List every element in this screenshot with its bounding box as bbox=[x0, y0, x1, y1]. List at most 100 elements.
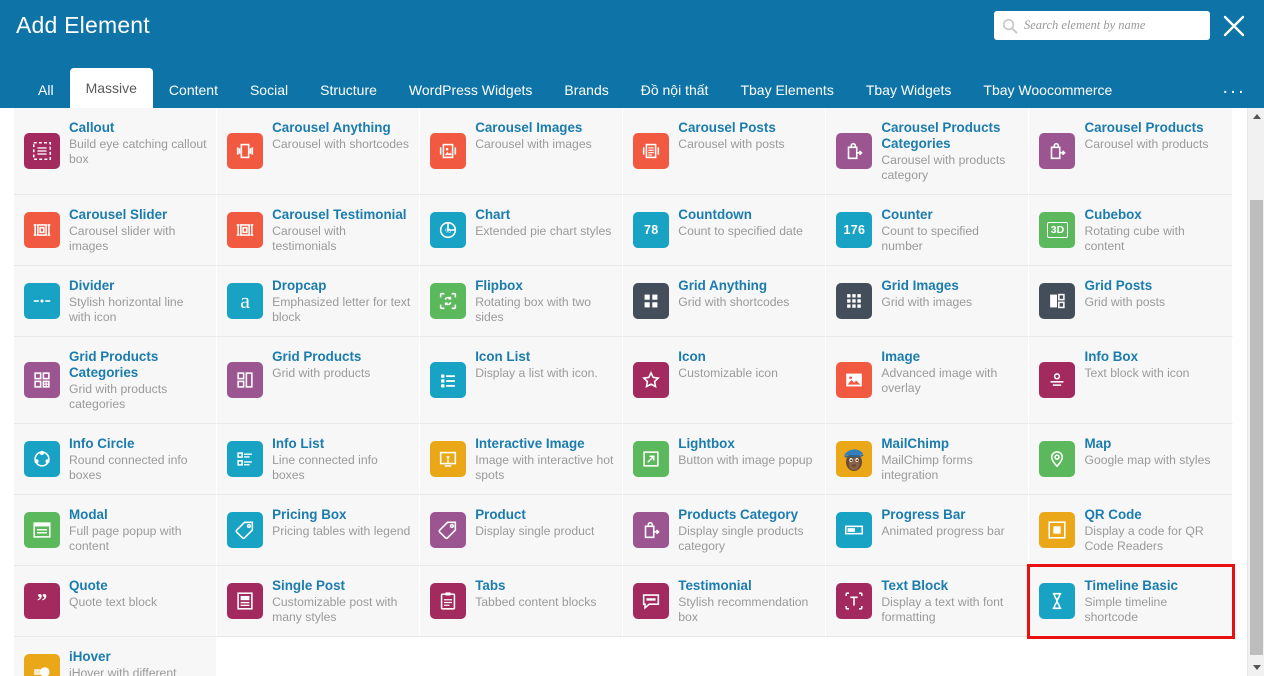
element-card-grid-images[interactable]: Grid ImagesGrid with images bbox=[826, 266, 1029, 337]
element-card-counter[interactable]: 176CounterCount to specified number bbox=[826, 195, 1029, 266]
element-description: Stylish recommendation box bbox=[678, 595, 817, 625]
element-description: Animated progress bar bbox=[881, 524, 1004, 539]
element-description: Build eye catching callout box bbox=[69, 137, 208, 167]
element-card-carousel-posts[interactable]: Carousel PostsCarousel with posts bbox=[623, 108, 826, 195]
element-card-timeline-basic[interactable]: Timeline BasicSimple timeline shortcode bbox=[1029, 566, 1232, 637]
element-card-text: Grid AnythingGrid with shortcodes bbox=[678, 277, 789, 310]
element-card-map[interactable]: MapGoogle map with styles bbox=[1029, 424, 1232, 495]
element-card-flipbox[interactable]: FlipboxRotating box with two sides bbox=[420, 266, 623, 337]
element-card-modal[interactable]: ModalFull page popup with content bbox=[14, 495, 217, 566]
element-description: Image with interactive hot spots bbox=[475, 453, 614, 483]
tab-brands[interactable]: Brands bbox=[548, 73, 624, 108]
element-card-grid-anything[interactable]: Grid AnythingGrid with shortcodes bbox=[623, 266, 826, 337]
element-card-progress-bar[interactable]: Progress BarAnimated progress bar bbox=[826, 495, 1029, 566]
element-card-icon[interactable]: IconCustomizable icon bbox=[623, 337, 826, 424]
scroll-down-button[interactable] bbox=[1248, 659, 1264, 676]
tab-tbay-elements[interactable]: Tbay Elements bbox=[724, 73, 849, 108]
tab-tbay-woocommerce[interactable]: Tbay Woocommerce bbox=[967, 73, 1128, 108]
element-card-text: Grid ImagesGrid with images bbox=[881, 277, 972, 310]
element-title: Cubebox bbox=[1084, 207, 1223, 223]
tab-social[interactable]: Social bbox=[234, 73, 304, 108]
search-box[interactable] bbox=[994, 11, 1210, 40]
element-card-info-box[interactable]: Info BoxText block with icon bbox=[1029, 337, 1232, 424]
element-description: Round connected info boxes bbox=[69, 453, 208, 483]
element-card-products-category[interactable]: Products CategoryDisplay single products… bbox=[623, 495, 826, 566]
add-element-modal: Add Element AllMassiveContentSocialStruc… bbox=[0, 0, 1264, 676]
element-card-text: Text BlockDisplay a text with font forma… bbox=[881, 577, 1020, 625]
element-card-divider[interactable]: DividerStylish horizontal line with icon bbox=[14, 266, 217, 337]
element-card-quote[interactable]: ”QuoteQuote text block bbox=[14, 566, 217, 637]
element-card-carousel-slider[interactable]: Carousel SliderCarousel slider with imag… bbox=[14, 195, 217, 266]
tab-structure[interactable]: Structure bbox=[304, 73, 393, 108]
tab-đồ-nội-thất[interactable]: Đồ nội thất bbox=[625, 73, 725, 108]
element-card-icon-list[interactable]: Icon ListDisplay a list with icon. bbox=[420, 337, 623, 424]
search-input[interactable] bbox=[1024, 18, 1202, 33]
scroll-up-button[interactable] bbox=[1248, 108, 1264, 125]
tabs-overflow-button[interactable]: ... bbox=[1223, 73, 1264, 108]
element-title: Dropcap bbox=[272, 278, 411, 294]
element-card-tabs[interactable]: TabsTabbed content blocks bbox=[420, 566, 623, 637]
vertical-scrollbar[interactable] bbox=[1247, 108, 1264, 676]
element-card-text: QR CodeDisplay a code for QR Code Reader… bbox=[1084, 506, 1223, 554]
element-card-lightbox[interactable]: LightboxButton with image popup bbox=[623, 424, 826, 495]
element-card-carousel-images[interactable]: Carousel ImagesCarousel with images bbox=[420, 108, 623, 195]
element-card-text: Carousel TestimonialCarousel with testim… bbox=[272, 206, 411, 254]
element-card-info-list[interactable]: Info ListLine connected info boxes bbox=[217, 424, 420, 495]
element-card-pricing-box[interactable]: Pricing BoxPricing tables with legend bbox=[217, 495, 420, 566]
cubebox-badge: 3D bbox=[1047, 222, 1068, 239]
element-card-text: Pricing BoxPricing tables with legend bbox=[272, 506, 410, 539]
element-card-callout[interactable]: CalloutBuild eye catching callout box bbox=[14, 108, 217, 195]
element-card-testimonial[interactable]: TestimonialStylish recommendation box bbox=[623, 566, 826, 637]
carousel-slider-icon bbox=[24, 212, 60, 248]
element-title: Divider bbox=[69, 278, 208, 294]
element-card-grid-posts[interactable]: Grid PostsGrid with posts bbox=[1029, 266, 1232, 337]
element-description: Grid with images bbox=[881, 295, 972, 310]
element-card-single-post[interactable]: Single PostCustomizable post with many s… bbox=[217, 566, 420, 637]
element-card-dropcap[interactable]: aDropcapEmphasized letter for text block bbox=[217, 266, 420, 337]
element-card-carousel-products[interactable]: Carousel ProductsCarousel with products bbox=[1029, 108, 1232, 195]
element-card-qr-code[interactable]: QR CodeDisplay a code for QR Code Reader… bbox=[1029, 495, 1232, 566]
element-card-product[interactable]: ProductDisplay single product bbox=[420, 495, 623, 566]
element-card-carousel-products-categories[interactable]: Carousel Products CategoriesCarousel wit… bbox=[826, 108, 1029, 195]
element-card-text: LightboxButton with image popup bbox=[678, 435, 812, 468]
element-description: Line connected info boxes bbox=[272, 453, 411, 483]
element-description: Google map with styles bbox=[1084, 453, 1210, 468]
element-card-text: Carousel PostsCarousel with posts bbox=[678, 119, 784, 152]
element-card-image[interactable]: ImageAdvanced image with overlay bbox=[826, 337, 1029, 424]
element-card-text: TestimonialStylish recommendation box bbox=[678, 577, 817, 625]
element-card-text: ProductDisplay single product bbox=[475, 506, 594, 539]
tab-massive[interactable]: Massive bbox=[70, 68, 153, 108]
element-card-chart[interactable]: %ChartExtended pie chart styles bbox=[420, 195, 623, 266]
element-card-mailchimp[interactable]: MailChimpMailChimp forms integration bbox=[826, 424, 1029, 495]
element-card-text-block[interactable]: Text BlockDisplay a text with font forma… bbox=[826, 566, 1029, 637]
element-card-grid-products[interactable]: Grid ProductsGrid with products bbox=[217, 337, 420, 424]
element-card-text: ModalFull page popup with content bbox=[69, 506, 208, 554]
element-card-text: IconCustomizable icon bbox=[678, 348, 778, 381]
element-description: Text block with icon bbox=[1084, 366, 1189, 381]
element-card-cubebox[interactable]: 3DCubeboxRotating cube with content bbox=[1029, 195, 1232, 266]
scrollbar-thumb[interactable] bbox=[1250, 200, 1263, 655]
element-title: Text Block bbox=[881, 578, 1020, 594]
tab-tbay-widgets[interactable]: Tbay Widgets bbox=[850, 73, 968, 108]
element-description: Display a code for QR Code Readers bbox=[1084, 524, 1223, 554]
element-title: Product bbox=[475, 507, 594, 523]
element-title: Flipbox bbox=[475, 278, 614, 294]
element-card-countdown[interactable]: 78CountdownCount to specified date bbox=[623, 195, 826, 266]
carousel-anything-icon bbox=[227, 133, 263, 169]
tab-wordpress-widgets[interactable]: WordPress Widgets bbox=[393, 73, 548, 108]
element-title: Carousel Images bbox=[475, 120, 592, 136]
element-title: Icon List bbox=[475, 349, 598, 365]
element-card-interactive-image[interactable]: Interactive ImageImage with interactive … bbox=[420, 424, 623, 495]
element-title: Products Category bbox=[678, 507, 817, 523]
element-card-ihover[interactable]: iHoveriHover with different animations bbox=[14, 637, 217, 676]
element-card-text: FlipboxRotating box with two sides bbox=[475, 277, 614, 325]
tab-all[interactable]: All bbox=[22, 73, 70, 108]
close-button[interactable] bbox=[1220, 12, 1248, 40]
element-card-info-circle[interactable]: Info CircleRound connected info boxes bbox=[14, 424, 217, 495]
elements-row: Info CircleRound connected info boxesInf… bbox=[14, 424, 1233, 495]
tab-content[interactable]: Content bbox=[153, 73, 234, 108]
element-card-carousel-anything[interactable]: Carousel AnythingCarousel with shortcode… bbox=[217, 108, 420, 195]
carousel-images-icon bbox=[430, 133, 466, 169]
element-card-carousel-testimonial[interactable]: Carousel TestimonialCarousel with testim… bbox=[217, 195, 420, 266]
element-card-grid-products-categories[interactable]: Grid Products CategoriesGrid with produc… bbox=[14, 337, 217, 424]
